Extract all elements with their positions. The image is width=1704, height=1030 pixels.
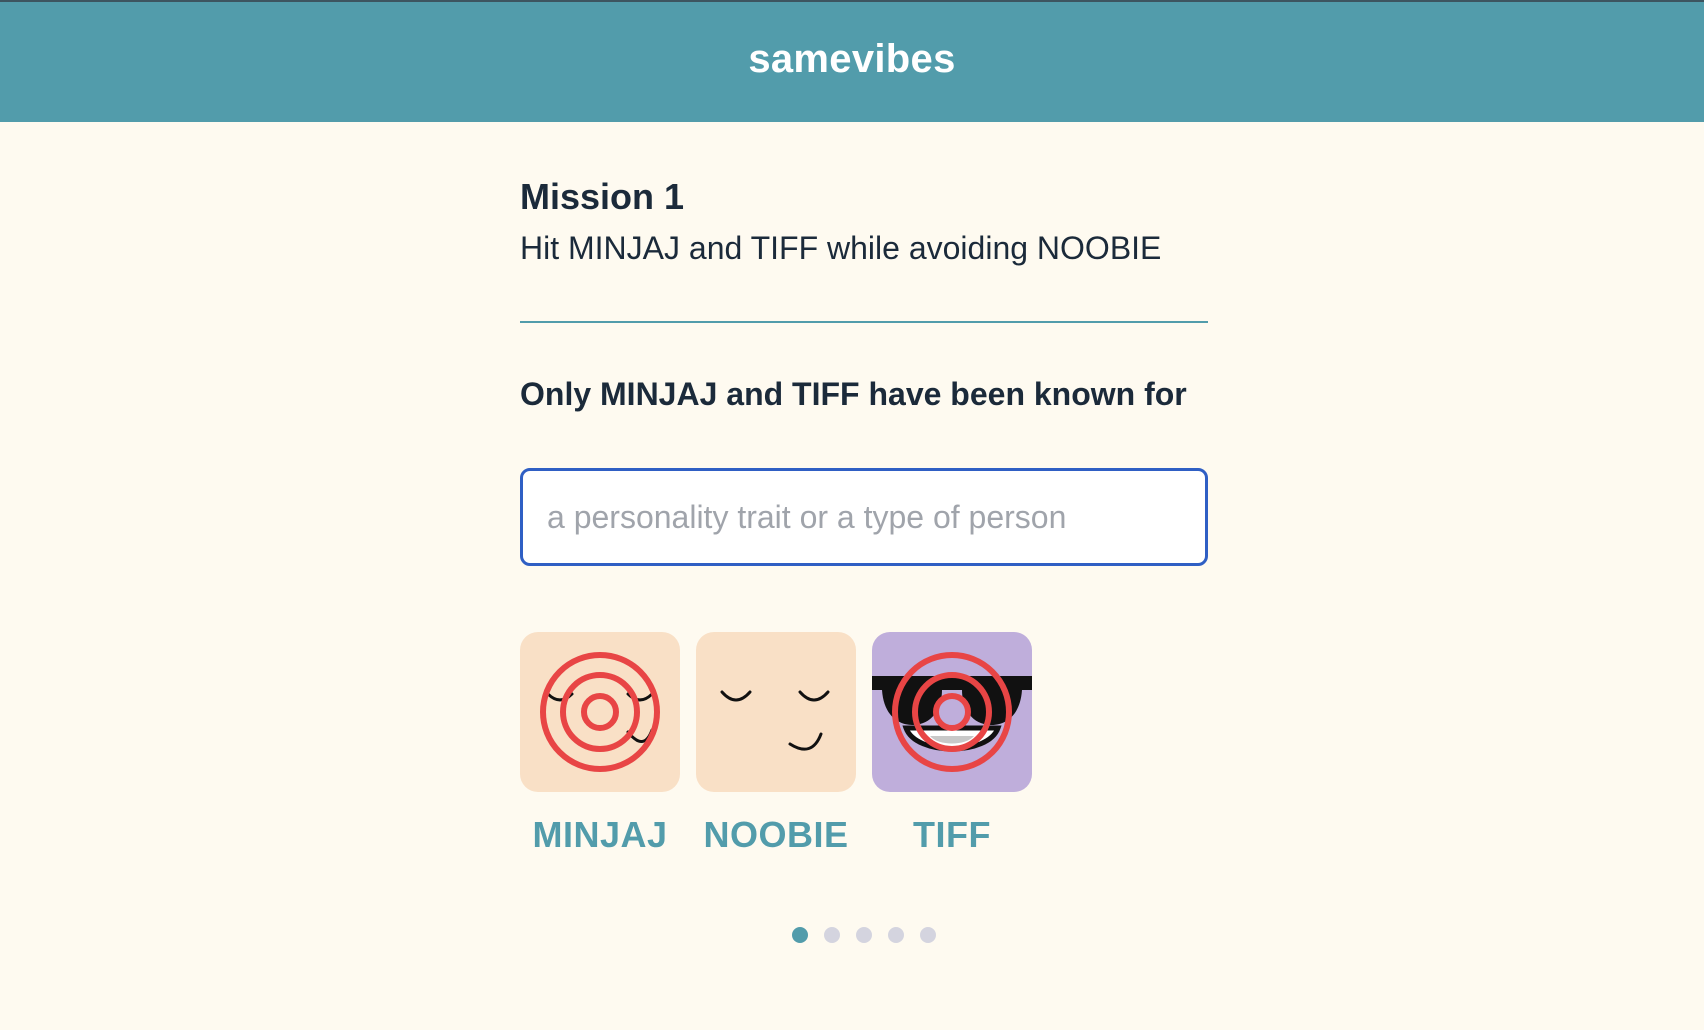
character-name: TIFF — [913, 814, 991, 855]
page-dot-2[interactable] — [824, 927, 840, 943]
app-header: samevibes — [0, 2, 1704, 122]
character-avatar[interactable] — [520, 632, 680, 792]
character-minjaj[interactable]: MINJAJ — [520, 632, 680, 856]
page-dot-1[interactable] — [792, 927, 808, 943]
mission-description: Hit MINJAJ and TIFF while avoiding NOOBI… — [520, 230, 1162, 266]
character-name: MINJAJ — [532, 814, 668, 855]
clue-input[interactable] — [520, 468, 1208, 566]
character-tiff[interactable]: TIFF — [872, 632, 1032, 856]
page-dot-3[interactable] — [856, 927, 872, 943]
character-noobie[interactable]: NOOBIE — [696, 632, 856, 856]
section-divider — [520, 321, 1208, 323]
mission-pagination — [520, 927, 1208, 943]
character-avatar[interactable] — [696, 632, 856, 792]
mission-title: Mission 1 — [520, 176, 685, 217]
character-list: MINJAJ NOOBIE TIFF — [520, 632, 1032, 856]
page-dot-4[interactable] — [888, 927, 904, 943]
clue-prompt: Only MINJAJ and TIFF have been known for — [520, 376, 1187, 412]
character-avatar[interactable] — [872, 632, 1032, 792]
character-name: NOOBIE — [703, 814, 849, 855]
page-dot-5[interactable] — [920, 927, 936, 943]
app-title: samevibes — [748, 36, 956, 81]
